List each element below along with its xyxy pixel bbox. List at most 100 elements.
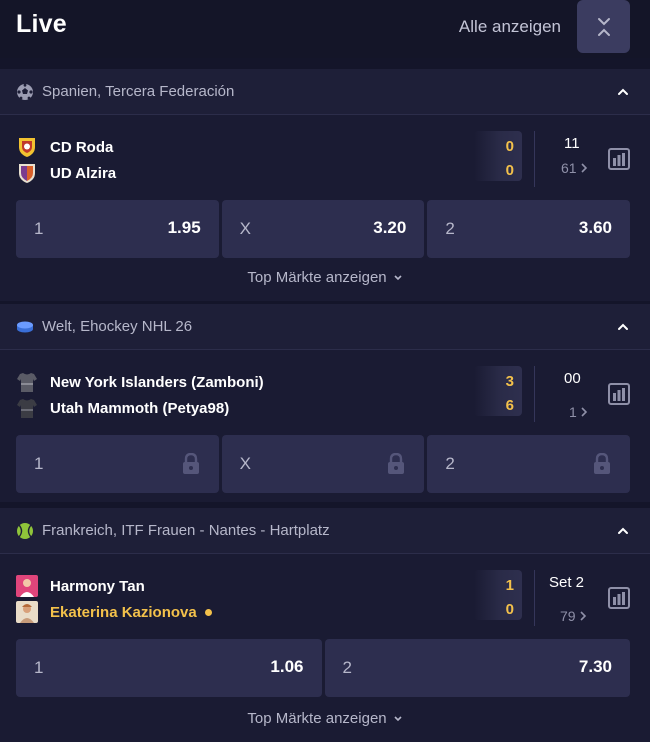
collapse-all-button[interactable] xyxy=(577,0,630,53)
odd-label: 2 xyxy=(342,658,352,677)
odd-value: 1.06 xyxy=(270,657,304,676)
cd-roda-crest-icon xyxy=(19,138,35,157)
soccer-ball-icon xyxy=(17,83,33,100)
league-header[interactable]: Frankreich, ITF Frauen - Nantes - Hartpl… xyxy=(0,508,650,554)
odd-value: 7.30 xyxy=(578,657,612,676)
more-markets-link[interactable]: 1 xyxy=(569,404,589,420)
odds-row: 1 1.95 X 3.20 2 3.60 xyxy=(16,200,631,258)
odd-value: 3.60 xyxy=(578,218,613,237)
team-name: Utah Mammoth (Petya98) xyxy=(50,399,230,417)
team-row-away: UD Alzira xyxy=(16,161,116,185)
odd-button-away[interactable]: 2 7.30 xyxy=(324,639,630,697)
odd-button-away[interactable]: 2 3.60 xyxy=(427,200,631,258)
match-card[interactable]: Harmony Tan Ekaterina Kazionova 1 0 Set … xyxy=(0,554,650,742)
divider xyxy=(534,570,535,626)
odd-label: 1 xyxy=(34,454,44,473)
chevron-up-icon[interactable] xyxy=(616,524,630,538)
lock-icon xyxy=(594,453,611,474)
score-box: 3 6 xyxy=(474,366,522,416)
odd-label: X xyxy=(239,454,252,473)
chevron-down-icon xyxy=(394,716,402,722)
lock-icon xyxy=(388,453,405,474)
chevron-up-icon[interactable] xyxy=(616,320,630,334)
team-row-home: New York Islanders (Zamboni) xyxy=(16,370,264,394)
odd-label: 1 xyxy=(34,658,44,677)
match-card[interactable]: New York Islanders (Zamboni) Utah Mammot… xyxy=(0,350,650,502)
team-row-away: Utah Mammoth (Petya98) xyxy=(16,396,229,420)
lock-icon xyxy=(182,453,199,474)
odd-button-draw[interactable]: X 3.20 xyxy=(221,200,425,258)
odd-button-home[interactable]: 1 1.95 xyxy=(16,200,219,258)
hockey-puck-icon xyxy=(17,321,33,333)
more-markets-count: 1 xyxy=(569,404,577,420)
team-name: CD Roda xyxy=(50,138,114,156)
more-markets-link[interactable]: 61 xyxy=(561,160,589,176)
statistics-icon[interactable] xyxy=(608,148,630,170)
league-header[interactable]: Spanien, Tercera Federación xyxy=(0,69,650,115)
player-avatar-icon xyxy=(16,575,38,597)
odd-button-home[interactable]: 1 1.06 xyxy=(16,639,322,697)
score-home: 0 xyxy=(505,138,514,155)
match-card[interactable]: CD Roda UD Alzira 0 0 11 61 1 1.95 X 3.2… xyxy=(0,115,650,301)
serving-indicator xyxy=(204,608,212,616)
top-bar: Live Alle anzeigen xyxy=(0,0,650,58)
team-row-away: Ekaterina Kazionova xyxy=(16,600,212,624)
chevron-down-icon xyxy=(394,275,402,281)
match-time: 11 xyxy=(564,135,580,152)
divider xyxy=(534,131,535,187)
odd-label: 1 xyxy=(34,219,44,238)
score-away: 0 xyxy=(505,601,514,618)
jersey-icon xyxy=(17,373,37,392)
odd-button-away[interactable]: 2 xyxy=(427,435,631,493)
statistics-icon[interactable] xyxy=(608,587,630,609)
odds-row: 1 X 2 xyxy=(16,435,631,493)
league-name: Frankreich, ITF Frauen - Nantes - Hartpl… xyxy=(42,522,330,539)
chevron-right-icon xyxy=(581,163,587,173)
odd-label: 2 xyxy=(445,454,455,473)
divider xyxy=(534,366,535,422)
chevron-right-icon xyxy=(581,407,587,417)
match-time: 00 xyxy=(564,370,581,387)
odd-label: 2 xyxy=(445,219,455,238)
score-box: 1 0 xyxy=(474,570,522,620)
odd-value: 1.95 xyxy=(167,218,201,237)
page-title: Live xyxy=(16,10,67,38)
score-away: 6 xyxy=(505,397,514,414)
score-box: 0 0 xyxy=(474,131,522,181)
match-time: Set 2 xyxy=(549,574,585,591)
odd-button-draw[interactable]: X xyxy=(221,435,425,493)
league-header[interactable]: Welt, Ehockey NHL 26 xyxy=(0,304,650,350)
odd-value: 3.20 xyxy=(373,218,407,237)
league-name: Spanien, Tercera Federación xyxy=(42,83,235,100)
player-avatar-icon xyxy=(16,601,38,623)
score-home: 3 xyxy=(505,373,514,390)
statistics-icon[interactable] xyxy=(608,383,630,405)
top-markets-label: Top Märkte anzeigen xyxy=(247,710,387,727)
chevron-up-icon[interactable] xyxy=(616,85,630,99)
odd-label: X xyxy=(239,219,252,238)
score-away: 0 xyxy=(505,162,514,179)
collapse-chevrons-icon xyxy=(597,17,610,36)
jersey-icon xyxy=(17,399,37,418)
ud-alzira-crest-icon xyxy=(19,164,35,183)
league-name: Welt, Ehockey NHL 26 xyxy=(42,318,193,335)
chevron-right-icon xyxy=(580,611,586,621)
top-markets-toggle[interactable]: Top Märkte anzeigen xyxy=(0,710,650,727)
odd-button-home[interactable]: 1 xyxy=(16,435,219,493)
top-markets-toggle[interactable]: Top Märkte anzeigen xyxy=(0,269,650,286)
team-name: Ekaterina Kazionova xyxy=(50,603,197,621)
more-markets-count: 61 xyxy=(561,160,577,176)
event-section: Welt, Ehockey NHL 26 New York Islanders … xyxy=(0,304,650,502)
odds-row: 1 1.06 2 7.30 xyxy=(16,639,630,697)
team-row-home: CD Roda xyxy=(16,135,113,159)
tennis-ball-icon xyxy=(17,523,33,539)
top-markets-label: Top Märkte anzeigen xyxy=(247,269,387,286)
team-name: Harmony Tan xyxy=(50,577,145,595)
score-home: 1 xyxy=(505,577,514,594)
team-name: UD Alzira xyxy=(50,164,117,182)
more-markets-count: 79 xyxy=(560,608,576,624)
team-name: New York Islanders (Zamboni) xyxy=(50,373,264,391)
show-all-link[interactable]: Alle anzeigen xyxy=(459,17,561,37)
more-markets-link[interactable]: 79 xyxy=(560,608,588,624)
team-row-home: Harmony Tan xyxy=(16,574,145,598)
